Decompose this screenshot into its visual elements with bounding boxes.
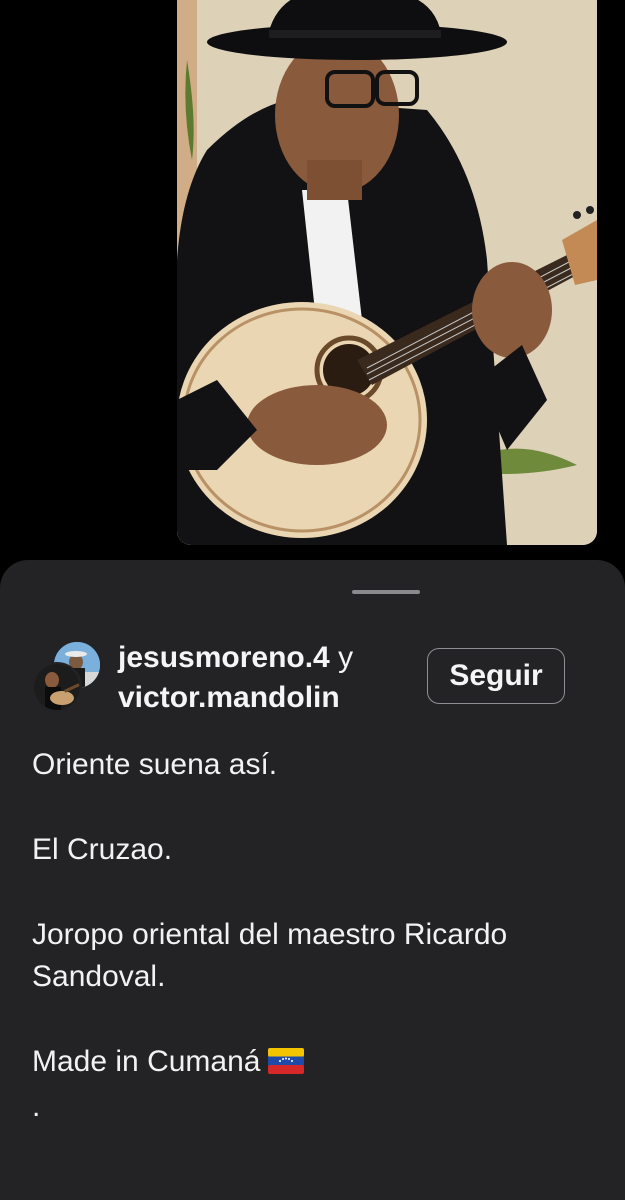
venezuela-flag-icon (268, 1044, 305, 1086)
post-header: jesusmoreno.4 y victor.mandolin Seguir (32, 638, 592, 718)
collab-usernames: jesusmoreno.4 y victor.mandolin (118, 638, 353, 718)
caption-line: Joropo oriental del maestro Ricardo Sand… (32, 918, 508, 993)
avatar-photo-icon (34, 664, 80, 710)
caption-line: . (32, 1090, 41, 1123)
video-frame[interactable] (177, 0, 597, 545)
collab-avatars[interactable] (32, 640, 106, 714)
post-caption: Oriente suena así. El Cruzao. Joropo ori… (32, 744, 607, 1128)
username-victor-mandolin[interactable]: victor.mandolin (118, 681, 340, 714)
avatar-victor-mandolin[interactable] (32, 662, 82, 712)
sheet-grabber-handle[interactable] (352, 590, 420, 594)
caption-line: Made in Cumaná (32, 1045, 261, 1078)
caption-line: El Cruzao. (32, 833, 173, 866)
caption-line-with-flag: Made in Cumaná (32, 1041, 607, 1086)
caption-sheet: jesusmoreno.4 y victor.mandolin Seguir O… (0, 560, 625, 1200)
video-thumbnail (177, 0, 597, 545)
username-jesusmoreno[interactable]: jesusmoreno.4 (118, 641, 330, 674)
caption-line: Oriente suena así. (32, 748, 278, 781)
video-player[interactable] (0, 0, 625, 560)
username-conjunction: y (338, 641, 354, 674)
follow-button[interactable]: Seguir (427, 648, 565, 704)
